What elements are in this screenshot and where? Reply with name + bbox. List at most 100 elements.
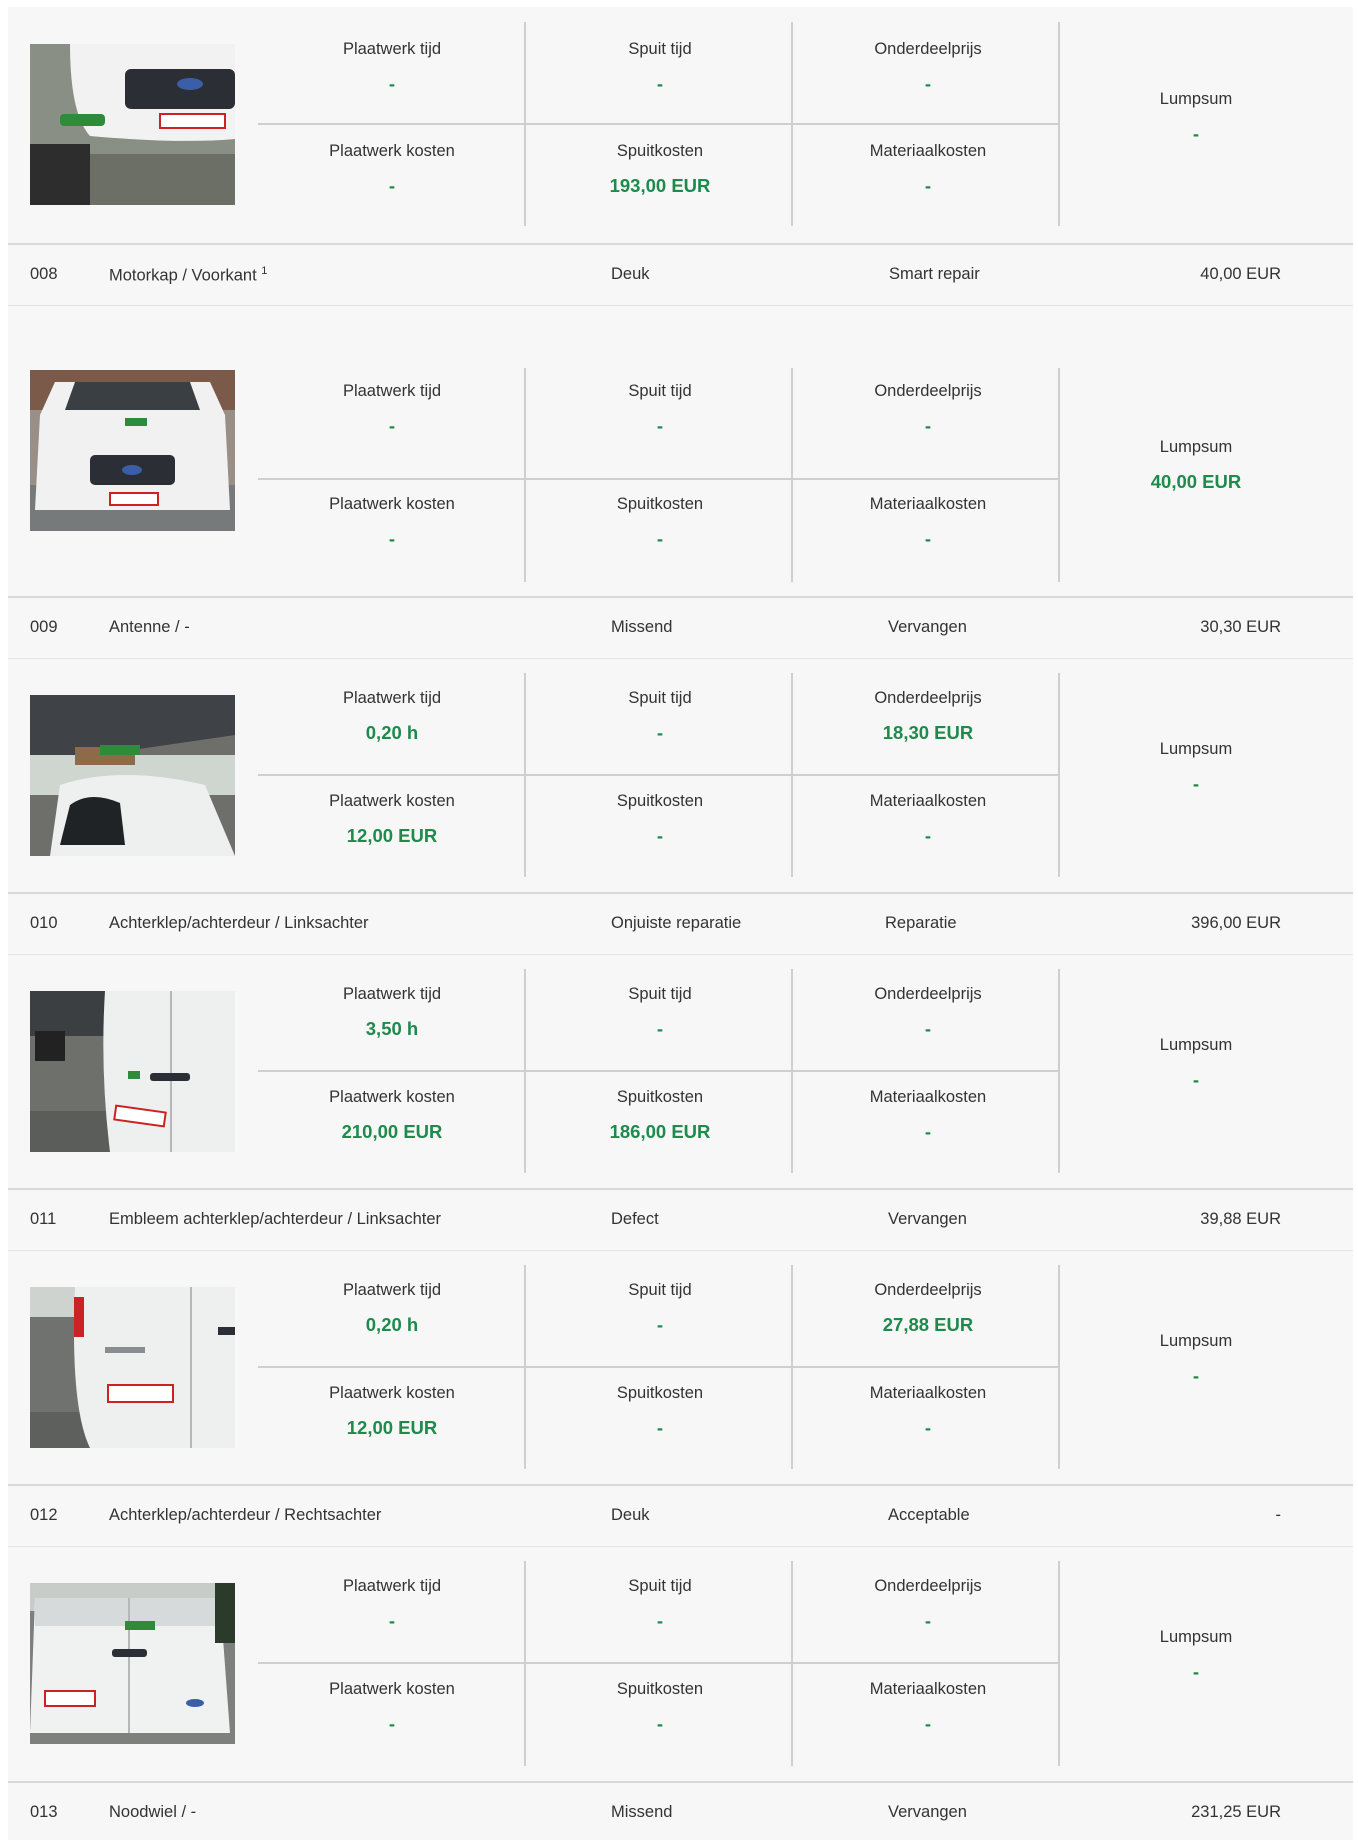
cell-spuitkosten: Spuitkosten -: [526, 495, 794, 550]
damage-item-row[interactable]: 008 Motorkap / Voorkant 1 Deuk Smart rep…: [8, 245, 1353, 305]
item-part: Noodwiel / -: [109, 1803, 197, 1821]
value: -: [388, 175, 396, 196]
cell-onderdeelprijs: Onderdeelprijs -: [794, 985, 1062, 1040]
item-amount: 30,30 EUR: [1200, 618, 1281, 636]
cell-spuit-tijd: Spuit tijd -: [526, 382, 794, 437]
damage-photo[interactable]: [30, 991, 235, 1152]
label: Plaatwerk kosten: [329, 142, 455, 160]
value: -: [656, 528, 664, 549]
value: -: [388, 415, 396, 436]
value: 40,00 EUR: [1150, 471, 1242, 492]
cell-onderdeelprijs: Onderdeelprijs -: [794, 40, 1062, 95]
damage-item-row[interactable]: 013 Noodwiel / - Missend Vervangen 231,2…: [8, 1783, 1353, 1840]
cell-materiaalkosten: Materiaalkosten -: [794, 1680, 1062, 1735]
cell-materiaalkosten: Materiaalkosten -: [794, 1088, 1062, 1143]
damage-item-row[interactable]: 012 Achterklep/achterdeur / Rechtsachter…: [8, 1486, 1353, 1546]
value: -: [924, 825, 932, 846]
cell-onderdeelprijs: Onderdeelprijs -: [794, 1577, 1062, 1632]
damage-photo[interactable]: [30, 695, 235, 856]
label: Onderdeelprijs: [874, 1281, 982, 1299]
item-code: 008: [30, 265, 58, 283]
item-amount: -: [1275, 1506, 1282, 1524]
damage-photo[interactable]: [30, 1287, 235, 1448]
damage-photo[interactable]: [30, 370, 235, 531]
cell-spuitkosten: Spuitkosten 193,00 EUR: [526, 142, 794, 197]
label: Spuit tijd: [628, 985, 692, 1003]
cell-onderdeelprijs: Onderdeelprijs 18,30 EUR: [794, 689, 1062, 744]
label: Onderdeelprijs: [874, 382, 982, 400]
item-damage: Deuk: [611, 265, 650, 283]
label: Plaatwerk kosten: [329, 495, 455, 513]
label: Plaatwerk tijd: [342, 689, 442, 707]
cost-grid: Plaatwerk tijd - Spuit tijd - Onderdeelp…: [258, 22, 1323, 226]
label: Materiaalkosten: [869, 495, 987, 513]
value: -: [924, 528, 932, 549]
label: Onderdeelprijs: [874, 985, 982, 1003]
label: Onderdeelprijs: [874, 40, 982, 58]
damage-detail-block: Plaatwerk tijd - Spuit tijd - Onderdeelp…: [8, 306, 1353, 596]
label: Lumpsum: [1159, 1628, 1233, 1646]
divider: [791, 368, 793, 582]
damage-item-row[interactable]: 009 Antenne / - Missend Vervangen 30,30 …: [8, 598, 1353, 658]
cost-grid: Plaatwerk tijd 3,50 h Spuit tijd - Onder…: [258, 969, 1323, 1173]
value: -: [924, 175, 932, 196]
label: Onderdeelprijs: [874, 1577, 982, 1595]
label: Materiaalkosten: [869, 1680, 987, 1698]
value: -: [388, 528, 396, 549]
label: Materiaalkosten: [869, 792, 987, 810]
label: Lumpsum: [1159, 1036, 1233, 1054]
cell-materiaalkosten: Materiaalkosten -: [794, 142, 1062, 197]
cost-grid: Plaatwerk tijd 0,20 h Spuit tijd - Onder…: [258, 1265, 1323, 1469]
label: Plaatwerk tijd: [342, 1281, 442, 1299]
cell-materiaalkosten: Materiaalkosten -: [794, 792, 1062, 847]
item-part: Antenne / -: [109, 618, 190, 636]
cell-plaatwerk-kosten: Plaatwerk kosten -: [258, 495, 526, 550]
cell-lumpsum: Lumpsum -: [1062, 1332, 1330, 1387]
label: Spuitkosten: [616, 495, 704, 513]
label: Plaatwerk tijd: [342, 1577, 442, 1595]
label: Materiaalkosten: [869, 1384, 987, 1402]
photo-roof-icon: [30, 695, 235, 856]
value: -: [1192, 123, 1200, 144]
value: -: [924, 1121, 932, 1142]
label: Spuitkosten: [616, 1384, 704, 1402]
item-action: Smart repair: [889, 265, 980, 283]
value: -: [1192, 1365, 1200, 1386]
cell-plaatwerk-kosten: Plaatwerk kosten 12,00 EUR: [258, 792, 526, 847]
divider: [1058, 1561, 1060, 1766]
divider: [258, 774, 1058, 776]
value: -: [656, 415, 664, 436]
label: Spuitkosten: [616, 1088, 704, 1106]
value: 12,00 EUR: [346, 825, 438, 846]
divider: [258, 123, 1058, 125]
value: -: [656, 1018, 664, 1039]
cell-onderdeelprijs: Onderdeelprijs -: [794, 382, 1062, 437]
value: -: [656, 73, 664, 94]
label: Plaatwerk kosten: [329, 792, 455, 810]
divider: [1058, 368, 1060, 582]
photo-rear-left-emblem-icon: [30, 1287, 235, 1448]
value: -: [388, 1713, 396, 1734]
value: -: [924, 1610, 932, 1631]
damage-detail-block: Plaatwerk tijd - Spuit tijd - Onderdeelp…: [8, 1547, 1353, 1781]
damage-item-row[interactable]: 010 Achterklep/achterdeur / Linksachter …: [8, 894, 1353, 954]
damage-report-sheet: Plaatwerk tijd - Spuit tijd - Onderdeelp…: [8, 7, 1353, 1840]
item-part-text: Motorkap / Voorkant: [109, 266, 257, 285]
value: -: [656, 1610, 664, 1631]
label: Materiaalkosten: [869, 142, 987, 160]
value: 186,00 EUR: [609, 1121, 711, 1142]
damage-item-row[interactable]: 011 Embleem achterklep/achterdeur / Link…: [8, 1190, 1353, 1250]
item-part: Motorkap / Voorkant 1: [109, 265, 267, 286]
cell-spuitkosten: Spuitkosten -: [526, 1384, 794, 1439]
item-action: Vervangen: [888, 1210, 967, 1228]
label: Lumpsum: [1159, 438, 1233, 456]
cell-plaatwerk-tijd: Plaatwerk tijd -: [258, 40, 526, 95]
damage-photo[interactable]: [30, 1583, 235, 1744]
damage-photo[interactable]: [30, 44, 235, 205]
item-action: Reparatie: [885, 914, 957, 932]
value: -: [656, 722, 664, 743]
item-damage: Missend: [611, 618, 673, 636]
cell-spuit-tijd: Spuit tijd -: [526, 689, 794, 744]
photo-front-key-icon: [30, 44, 235, 205]
photo-front-hood-icon: [30, 370, 235, 531]
